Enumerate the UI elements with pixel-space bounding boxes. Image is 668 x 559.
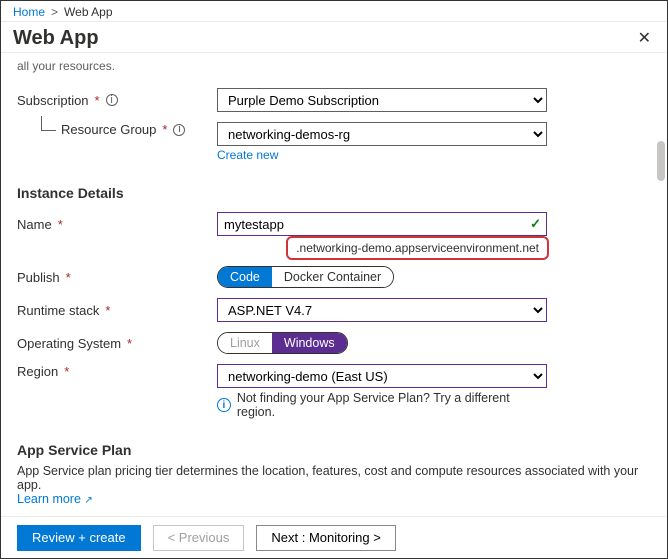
breadcrumb-home[interactable]: Home <box>13 5 45 19</box>
region-hint: i Not finding your App Service Plan? Try… <box>217 391 547 419</box>
close-icon[interactable]: ✕ <box>634 26 655 50</box>
publish-toggle: Code Docker Container <box>217 266 394 288</box>
label-runtime: Runtime stack* <box>17 303 217 318</box>
wizard-footer: Review + create < Previous Next : Monito… <box>1 516 667 558</box>
row-region: Region* networking-demo (East US) i Not … <box>17 359 651 424</box>
page-title: Web App <box>13 27 99 50</box>
section-instance-details: Instance Details <box>17 185 651 201</box>
breadcrumb: Home > Web App <box>1 1 667 22</box>
section-app-service-plan: App Service Plan <box>17 442 651 458</box>
runtime-select[interactable]: ASP.NET V4.7 <box>217 298 547 322</box>
name-input[interactable] <box>217 212 547 236</box>
label-region: Region* <box>17 364 217 379</box>
previous-button[interactable]: < Previous <box>153 525 245 551</box>
breadcrumb-current: Web App <box>64 5 112 19</box>
publish-code[interactable]: Code <box>218 267 272 287</box>
row-subscription: Subscription* i Purple Demo Subscription <box>17 83 651 117</box>
checkmark-icon: ✓ <box>530 216 541 232</box>
create-new-rg-link[interactable]: Create new <box>217 148 547 162</box>
os-linux[interactable]: Linux <box>218 333 272 353</box>
next-button[interactable]: Next : Monitoring > <box>256 525 395 551</box>
publish-docker[interactable]: Docker Container <box>272 267 393 287</box>
breadcrumb-separator: > <box>51 5 58 19</box>
row-runtime: Runtime stack* ASP.NET V4.7 <box>17 293 651 327</box>
domain-suffix-callout: .networking-demo.appserviceenvironment.n… <box>286 236 549 260</box>
os-windows[interactable]: Windows <box>272 333 347 353</box>
resource-group-select[interactable]: networking-demos-rg <box>217 122 547 146</box>
subscription-select[interactable]: Purple Demo Subscription <box>217 88 547 112</box>
learn-more-link[interactable]: Learn more ↗ <box>17 492 93 506</box>
info-icon: i <box>217 398 231 412</box>
os-toggle: Linux Windows <box>217 332 348 354</box>
label-publish: Publish* <box>17 270 217 285</box>
label-resource-group: Resource Group* i <box>17 122 217 137</box>
row-os: Operating System* Linux Windows <box>17 327 651 359</box>
label-name: Name* <box>17 217 217 232</box>
row-resource-group: Resource Group* i networking-demos-rg Cr… <box>17 117 651 167</box>
row-publish: Publish* Code Docker Container <box>17 261 651 293</box>
info-icon[interactable]: i <box>173 124 185 136</box>
review-create-button[interactable]: Review + create <box>17 525 141 551</box>
title-bar: Web App ✕ <box>1 22 667 53</box>
region-select[interactable]: networking-demo (East US) <box>217 364 547 388</box>
plan-description: App Service plan pricing tier determines… <box>17 464 651 506</box>
info-icon[interactable]: i <box>106 94 118 106</box>
external-link-icon: ↗ <box>84 495 92 506</box>
row-name: Name* ✓ .networking-demo.appserviceenvir… <box>17 207 651 241</box>
form-scroll-area: all your resources. Subscription* i Purp… <box>1 57 667 516</box>
truncated-intro: all your resources. <box>17 59 651 73</box>
label-os: Operating System* <box>17 336 217 351</box>
label-subscription: Subscription* i <box>17 93 217 108</box>
